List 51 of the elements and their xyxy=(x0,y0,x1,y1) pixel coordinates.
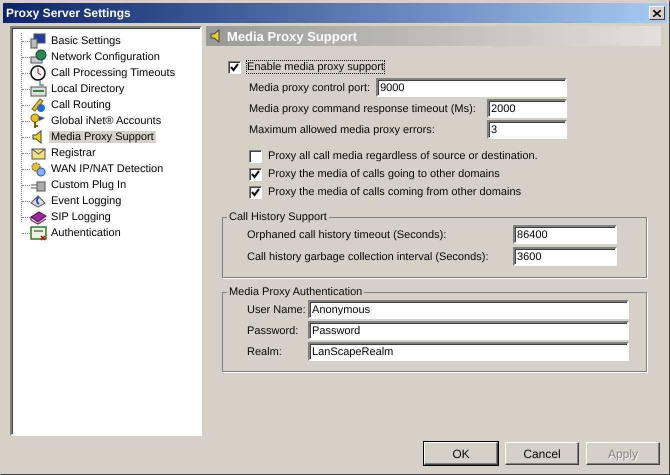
tree-item[interactable]: Basic Settings xyxy=(49,35,123,47)
dialog-button[interactable]: Cancel xyxy=(505,442,579,465)
input-field[interactable]: LanScapeRealm xyxy=(308,342,629,361)
checkbox[interactable] xyxy=(249,150,262,162)
field-label: Password: xyxy=(247,324,300,336)
input-field[interactable]: 3 xyxy=(487,120,567,139)
tree-item[interactable]: Network Configuration xyxy=(49,51,162,63)
tree-item[interactable]: SIP Logging xyxy=(49,211,113,223)
tree-item[interactable]: WAN IP/NAT Detection xyxy=(49,163,166,175)
field-label: Orphaned call history timeout (Seconds): xyxy=(247,228,446,240)
input-field[interactable]: 86400 xyxy=(513,225,617,244)
checkbox[interactable] xyxy=(249,186,262,198)
input-field[interactable]: Password xyxy=(308,321,629,340)
globe-icon xyxy=(30,49,47,65)
checkbox-label: Proxy the media of calls going to other domains xyxy=(268,168,500,180)
close-button[interactable] xyxy=(649,6,665,20)
input-field[interactable]: Anonymous xyxy=(308,300,629,319)
input-field[interactable]: 3600 xyxy=(513,247,617,266)
close-icon xyxy=(653,10,661,16)
field-label: Media proxy control port: xyxy=(249,82,370,94)
tree-item[interactable]: Global iNet® Accounts xyxy=(49,115,164,127)
checkbox[interactable] xyxy=(249,168,262,180)
key-icon xyxy=(30,113,47,129)
input-field[interactable]: 2000 xyxy=(487,99,567,118)
tree-item[interactable]: Local Directory xyxy=(49,83,126,95)
checkbox-label: Proxy the media of calls coming from other domains xyxy=(268,186,522,198)
panel-title: Media Proxy Support xyxy=(227,28,358,44)
book-icon xyxy=(30,209,47,225)
monitor-icon xyxy=(30,33,47,49)
field-label: Media proxy command response timeout (Ms): xyxy=(249,102,476,114)
field-label: Call history garbage collection interval (Seconds): xyxy=(247,250,489,262)
tree-item[interactable]: Call Routing xyxy=(49,99,113,111)
clock-icon xyxy=(30,65,47,81)
group-title: Call History Support xyxy=(228,211,328,223)
checkbox-label: Proxy all call media regardless of source or destination. xyxy=(268,150,538,162)
tree-item[interactable]: Authentication xyxy=(49,227,123,239)
input-field[interactable]: 9000 xyxy=(376,78,567,97)
tree-item[interactable]: Event Logging xyxy=(49,195,124,207)
dialog-button[interactable]: OK xyxy=(424,442,498,465)
field-label: User Name: xyxy=(247,304,307,316)
card-icon xyxy=(30,81,47,97)
tree-item[interactable]: Call Processing Timeouts xyxy=(49,67,178,79)
checkbox[interactable] xyxy=(228,60,241,74)
tree-item[interactable]: Custom Plug In xyxy=(49,179,128,191)
tree-item[interactable]: Media Proxy Support xyxy=(49,131,156,143)
checkbox-label: Enable media proxy support xyxy=(247,61,384,73)
window-title: Proxy Server Settings xyxy=(6,6,131,20)
group-title: Media Proxy Authentication xyxy=(228,286,364,298)
field-label: Realm: xyxy=(247,346,283,358)
field-label: Maximum allowed media proxy errors: xyxy=(249,124,435,136)
tree-item[interactable]: Registrar xyxy=(49,147,98,159)
